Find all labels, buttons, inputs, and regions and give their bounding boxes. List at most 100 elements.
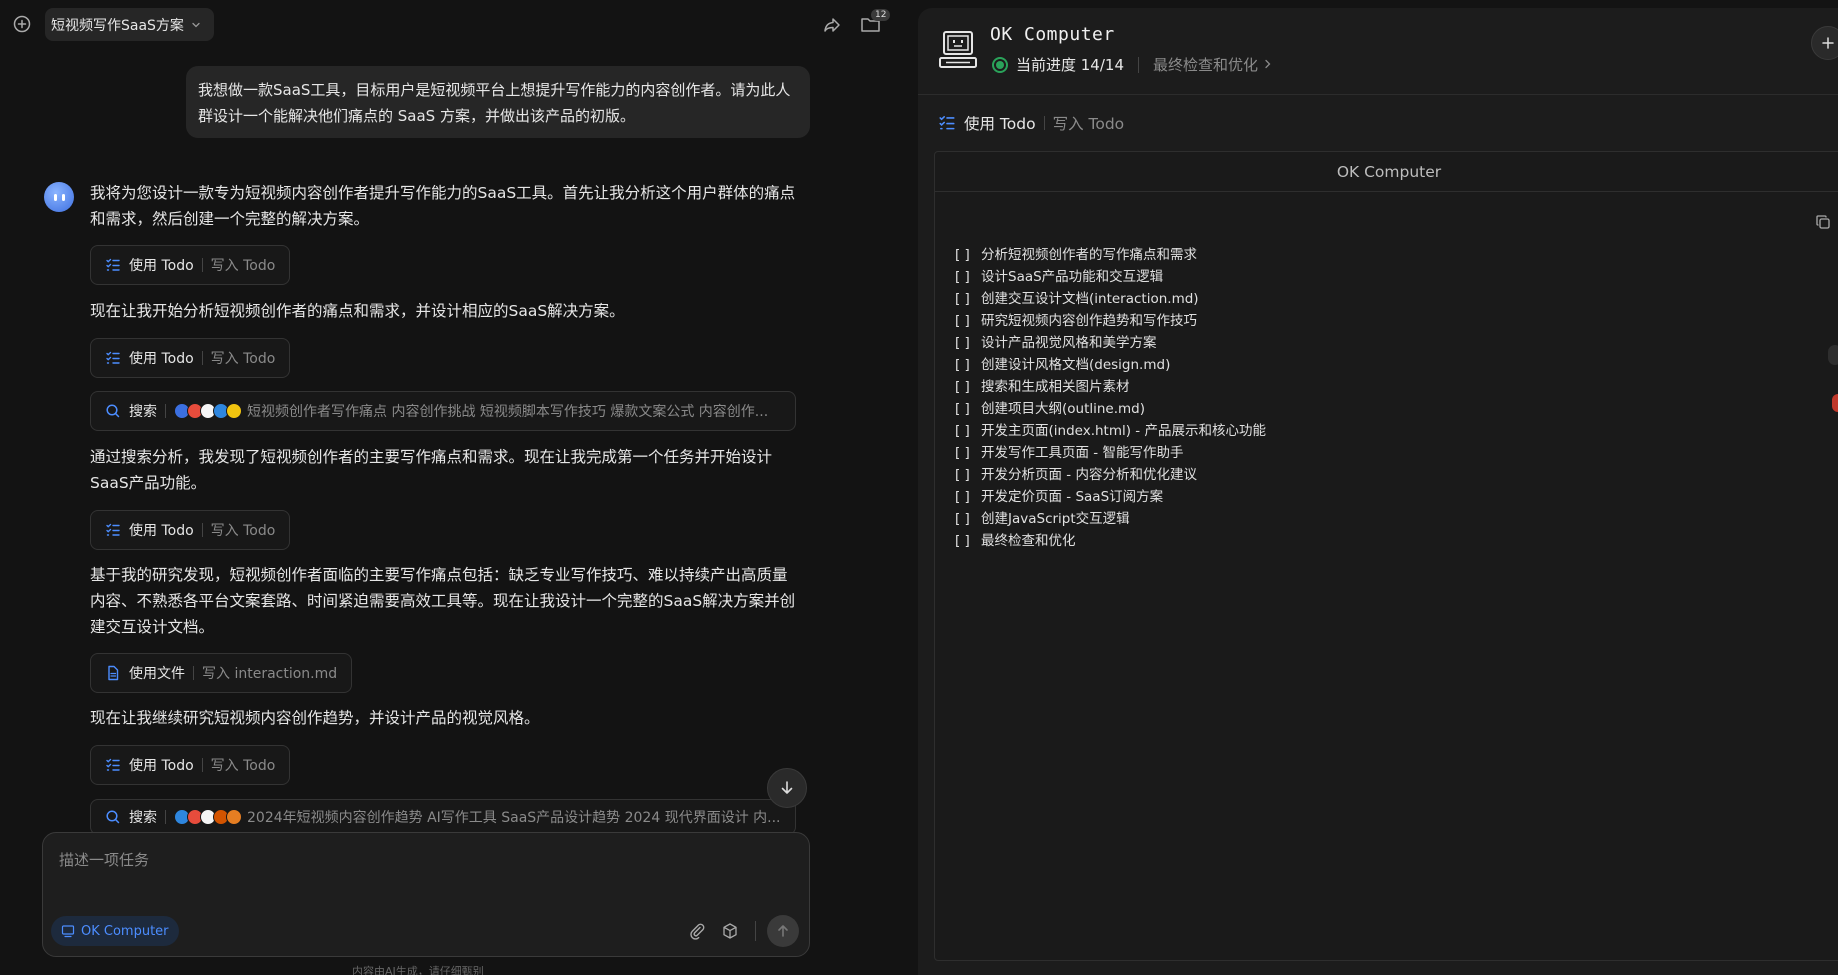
todo-list: [ ] 分析短视频创作者的写作痛点和需求 [ ] 设计SaaS产品功能和交互逻辑 [… <box>955 244 1266 552</box>
todo-tool-card[interactable]: 使用 Todo 写入 Todo <box>90 338 291 378</box>
todo-checkbox: [ ] <box>955 313 970 329</box>
scroll-to-bottom-button[interactable] <box>767 768 807 808</box>
todo-item: [ ] 开发分析页面 - 内容分析和优化建议 <box>955 464 1266 486</box>
send-button[interactable] <box>767 915 799 947</box>
todo-checkbox: [ ] <box>955 269 970 285</box>
todo-checkbox: [ ] <box>955 533 970 549</box>
progress-text: 当前进度 14/14 <box>1016 56 1124 74</box>
panel-title: OK Computer <box>990 24 1115 45</box>
tool-action: 写入 interaction.md <box>202 666 338 682</box>
checklist-icon <box>939 116 955 130</box>
todo-checkbox: [ ] <box>955 489 970 505</box>
todo-checkbox: [ ] <box>955 511 970 527</box>
chevron-down-icon <box>192 22 200 27</box>
todo-item: [ ] 研究短视频内容创作趋势和写作技巧 <box>955 310 1266 332</box>
user-message: 我想做一款SaaS工具，目标用户是短视频平台上想提升写作能力的内容创作者。请为此… <box>186 66 810 138</box>
todo-item: [ ] 开发定价页面 - SaaS订阅方案 <box>955 486 1266 508</box>
computer-panel: OK Computer 当前进度 14/14 最终检查和优化 使用 Todo 写… <box>918 8 1838 975</box>
tool-label: 使用 Todo <box>129 258 194 274</box>
search-tool-card[interactable]: 搜索 2024年短视频内容创作趋势 AI写作工具 SaaS产品设计趋势 2024… <box>90 799 796 835</box>
search-tool-card[interactable]: 搜索 短视频创作者写作痛点 内容创作挑战 短视频脚本写作技巧 爆款文案公式 内容… <box>90 391 796 431</box>
todo-item: [ ] 创建设计风格文档(design.md) <box>955 354 1266 376</box>
ai-disclaimer: 内容由AI生成，请仔细甄别 <box>352 965 484 975</box>
current-step-link[interactable]: 最终检查和优化 <box>1153 54 1273 75</box>
tool-action: 写入 Todo <box>210 523 276 539</box>
todo-item: [ ] 设计SaaS产品功能和交互逻辑 <box>955 266 1266 288</box>
status-dot-icon <box>992 56 1008 73</box>
checklist-icon <box>106 258 120 271</box>
todo-tool-card[interactable]: 使用 Todo 写入 Todo <box>90 745 291 785</box>
checklist-icon <box>106 351 120 364</box>
plus-icon <box>1822 37 1834 49</box>
panel-edge-badge[interactable] <box>1832 394 1838 412</box>
tool-label: 搜索 <box>129 404 157 420</box>
todo-item: [ ] 分析短视频创作者的写作痛点和需求 <box>955 244 1266 266</box>
tool-action: 写入 Todo <box>1052 115 1125 133</box>
todo-viewer: OK Computer [ ] 分析短视频创作者的写作痛点和需求 [ ] 设计Saa… <box>934 151 1838 961</box>
chat-panel: 短视频写作SaaS方案 12 我想做一款SaaS工具，目标用户是短视频平台上想提… <box>0 0 918 975</box>
tool-label: 使用 Todo <box>129 523 194 539</box>
composer: OK Computer <box>42 832 810 957</box>
conversation-title-dropdown[interactable]: 短视频写作SaaS方案 <box>45 8 214 41</box>
arrow-up-icon <box>778 925 788 937</box>
copy-icon[interactable] <box>1815 214 1831 230</box>
arrow-down-icon <box>781 781 793 794</box>
divider <box>165 810 166 824</box>
todo-tool-card[interactable]: 使用 Todo 写入 Todo <box>90 245 291 285</box>
viewer-title: OK Computer <box>935 152 1838 192</box>
assistant-message: 通过搜索分析，我发现了短视频创作者的主要写作痛点和需求。现在让我完成第一个任务并… <box>90 448 773 492</box>
todo-item: [ ] 开发写作工具页面 - 智能写作助手 <box>955 442 1266 464</box>
divider <box>201 258 203 272</box>
new-chat-icon[interactable] <box>12 14 32 34</box>
divider <box>918 94 1838 95</box>
todo-item: [ ] 最终检查和优化 <box>955 530 1266 552</box>
tool-label: 使用 Todo <box>129 351 194 367</box>
share-icon[interactable] <box>822 15 842 35</box>
paperclip-icon[interactable] <box>688 922 706 940</box>
divider <box>1043 116 1045 130</box>
computer-icon <box>939 31 977 68</box>
mode-label: OK Computer <box>81 923 169 939</box>
panel-edge-handle[interactable] <box>1828 345 1838 365</box>
source-favicon <box>226 809 242 825</box>
divider <box>201 351 203 365</box>
todo-checkbox: [ ] <box>955 423 970 439</box>
cube-icon[interactable] <box>721 922 739 940</box>
todo-item: [ ] 创建交互设计文档(interaction.md) <box>955 288 1266 310</box>
conversation-title: 短视频写作SaaS方案 <box>51 17 184 34</box>
divider <box>755 921 756 941</box>
task-input[interactable] <box>59 845 759 875</box>
assistant-message: 我将为您设计一款专为短视频内容创作者提升写作能力的SaaS工具。首先让我分析这个… <box>90 184 796 228</box>
tool-action: 写入 Todo <box>210 258 276 274</box>
todo-item: [ ] 创建项目大纲(outline.md) <box>955 398 1266 420</box>
todo-checkbox: [ ] <box>955 247 970 263</box>
tool-action: 写入 Todo <box>210 758 276 774</box>
todo-item: [ ] 设计产品视觉风格和美学方案 <box>955 332 1266 354</box>
add-button[interactable] <box>1811 26 1838 60</box>
source-favicons <box>174 809 242 825</box>
checklist-icon <box>106 758 120 771</box>
file-tool-card[interactable]: 使用文件 写入 interaction.md <box>90 653 353 693</box>
divider <box>165 404 166 418</box>
computer-icon <box>61 925 75 938</box>
chat-topbar: 短视频写作SaaS方案 12 <box>0 0 918 50</box>
todo-item: [ ] 搜索和生成相关图片素材 <box>955 376 1266 398</box>
todo-checkbox: [ ] <box>955 335 970 351</box>
search-icon <box>106 810 120 824</box>
folder-count-badge: 12 <box>871 9 891 21</box>
tool-label: 使用文件 <box>129 666 185 682</box>
search-icon <box>106 404 120 418</box>
source-favicons <box>174 403 242 419</box>
source-favicon <box>226 403 242 419</box>
divider <box>201 758 203 772</box>
assistant-message: 现在让我开始分析短视频创作者的痛点和需求，并设计相应的SaaS解决方案。 <box>90 302 625 320</box>
todo-checkbox: [ ] <box>955 467 970 483</box>
tool-label: 使用 Todo <box>964 115 1036 133</box>
todo-tool-card[interactable]: 使用 Todo 写入 Todo <box>90 510 291 550</box>
todo-checkbox: [ ] <box>955 357 970 373</box>
todo-checkbox: [ ] <box>955 379 970 395</box>
mode-chip-ok-computer[interactable]: OK Computer <box>51 916 179 946</box>
assistant-message: 现在让我继续研究短视频内容创作趋势，并设计产品的视觉风格。 <box>90 709 540 727</box>
search-query: 短视频创作者写作痛点 内容创作挑战 短视频脚本写作技巧 爆款文案公式 内容创作.… <box>247 404 769 420</box>
checklist-icon <box>106 523 120 536</box>
